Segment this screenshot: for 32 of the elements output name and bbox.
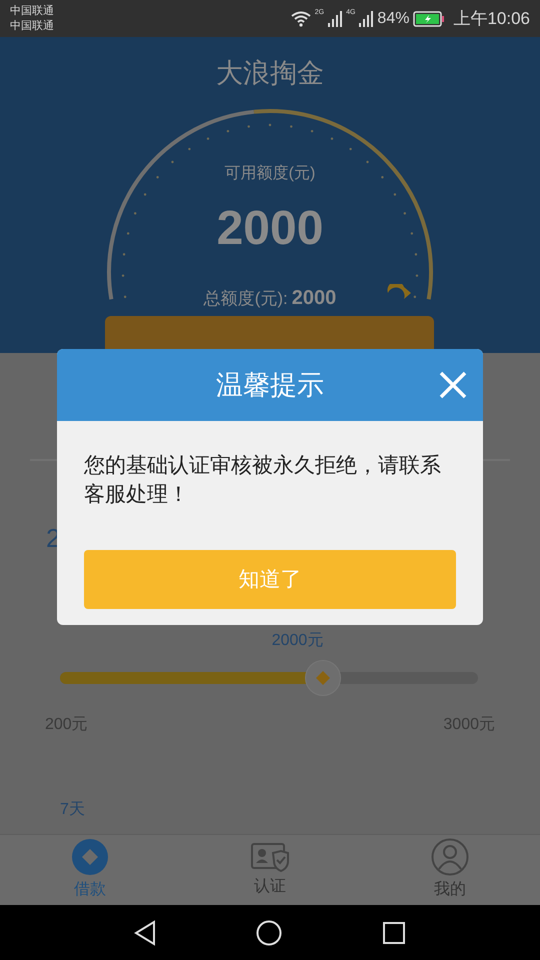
coin-icon [71, 838, 109, 876]
signal-icon [359, 10, 374, 26]
recents-icon[interactable] [382, 920, 406, 944]
signal-icon [328, 10, 342, 26]
clock: 上午10:06 [453, 8, 530, 30]
term-label: 7天 [60, 800, 85, 820]
carrier-name: 中国联通 [10, 18, 54, 34]
home-icon[interactable] [256, 920, 282, 946]
tab[interactable]: 我的 [360, 835, 540, 905]
carrier-name: 中国联通 [10, 4, 54, 18]
battery-percent: 84% [377, 8, 410, 28]
close-button[interactable] [439, 371, 467, 399]
slider-value: 2000元 [272, 631, 324, 651]
wifi-icon [290, 10, 311, 26]
id-card-icon [251, 841, 289, 873]
app-title: 大浪掏金 [216, 57, 324, 90]
dialog-title: 温馨提示 [216, 368, 324, 402]
slider-thumb[interactable] [305, 660, 342, 696]
user-icon [431, 838, 469, 876]
total-amount: 2000 [292, 286, 336, 311]
acknowledge-button[interactable]: 知道了 [84, 550, 456, 609]
close-icon [439, 371, 467, 399]
tab[interactable]: 认证 [180, 835, 360, 905]
total-label: 总额度(元): [204, 288, 288, 310]
diamond-icon [316, 671, 330, 685]
available-amount: 2000 [216, 205, 324, 253]
battery-icon [413, 10, 446, 26]
gauge-pointer-icon [386, 284, 412, 302]
dialog-message: 您的基础认证审核被永久拒绝，请联系客服处理！ [84, 453, 442, 508]
back-icon[interactable] [134, 920, 156, 946]
tab[interactable]: 借款 [0, 835, 180, 905]
available-label: 可用额度(元) [224, 164, 316, 184]
